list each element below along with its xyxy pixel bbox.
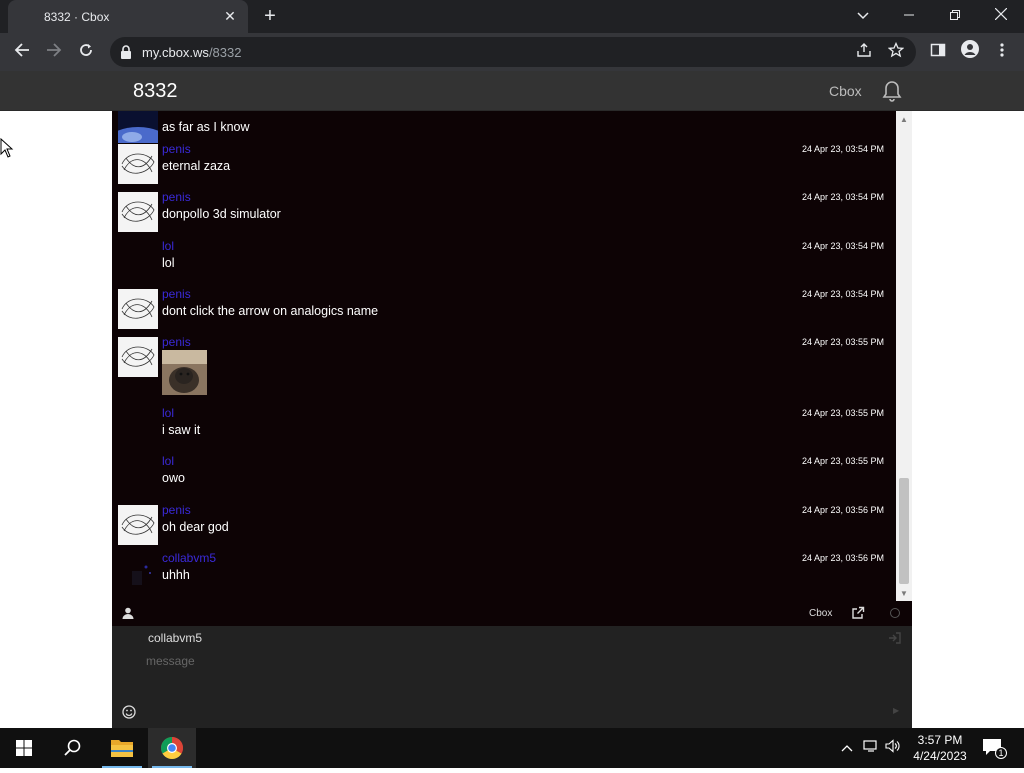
- message-timestamp: 24 Apr 23, 03:54 PM: [801, 144, 884, 154]
- profile-avatar-icon[interactable]: [958, 40, 982, 64]
- username-link[interactable]: lol: [162, 406, 174, 420]
- lock-icon[interactable]: [120, 45, 132, 59]
- browser-tabstrip: 8332 · Cbox ✕ +: [0, 0, 1024, 33]
- page-content: 8332 Cbox as far as I know penis eternal: [0, 71, 1024, 728]
- message-text: uhhh: [162, 568, 190, 582]
- url-text: my.cbox.ws/8332: [142, 45, 242, 60]
- message-list: as far as I know penis eternal zaza 24 A…: [112, 111, 896, 601]
- avatar[interactable]: [118, 144, 158, 184]
- username-link[interactable]: penis: [162, 190, 191, 204]
- avatar[interactable]: [118, 337, 158, 377]
- clock-date: 4/24/2023: [913, 749, 967, 763]
- new-tab-button[interactable]: +: [258, 5, 282, 29]
- browser-tab[interactable]: 8332 · Cbox ✕: [8, 0, 248, 33]
- username-link[interactable]: penis: [162, 142, 191, 156]
- scrollbar-thumb[interactable]: [899, 478, 909, 584]
- browser-toolbar: my.cbox.ws/8332: [0, 33, 1024, 71]
- user-icon[interactable]: [122, 607, 134, 619]
- avatar[interactable]: [118, 289, 158, 329]
- bookmark-star-icon[interactable]: [886, 41, 906, 62]
- message-text: donpollo 3d simulator: [162, 207, 281, 221]
- username-link[interactable]: penis: [162, 503, 191, 517]
- message-timestamp: 24 Apr 23, 03:54 PM: [801, 289, 884, 299]
- show-hidden-icons-chevron-icon[interactable]: [838, 739, 856, 757]
- windows-taskbar: 3:57 PM 4/24/2023 1: [0, 728, 1024, 768]
- username-link[interactable]: penis: [162, 287, 191, 301]
- network-icon[interactable]: [862, 739, 880, 757]
- connection-status-icon: [890, 608, 900, 618]
- notification-count-badge: 1: [995, 747, 1007, 759]
- chat-box: as far as I know penis eternal zaza 24 A…: [112, 111, 912, 728]
- reload-icon[interactable]: [74, 40, 98, 64]
- restore-button[interactable]: [932, 0, 978, 30]
- message-scrollbar[interactable]: ▲ ▼: [896, 111, 912, 601]
- message-timestamp: 24 Apr 23, 03:54 PM: [801, 241, 884, 251]
- page-title: 8332: [133, 80, 178, 102]
- message-text: dont click the arrow on analogics name: [162, 304, 379, 318]
- tab-close-icon[interactable]: ✕: [220, 6, 240, 26]
- message-timestamp: 24 Apr 23, 03:56 PM: [801, 553, 884, 563]
- message-timestamp: 24 Apr 23, 03:56 PM: [801, 505, 884, 515]
- file-explorer-icon[interactable]: [98, 728, 146, 768]
- scroll-up-arrow-icon[interactable]: ▲: [896, 113, 912, 127]
- nickname-label[interactable]: collabvm5: [148, 631, 202, 645]
- message-text: oh dear god: [162, 520, 229, 534]
- action-center-icon[interactable]: 1: [982, 738, 1007, 759]
- minimize-button[interactable]: [886, 0, 932, 30]
- message-text: as far as I know: [162, 120, 250, 134]
- tab-search-chevron-icon[interactable]: [840, 0, 886, 30]
- avatar[interactable]: [118, 505, 158, 545]
- username-link[interactable]: lol: [162, 239, 174, 253]
- sign-in-icon[interactable]: [888, 631, 902, 645]
- side-panel-icon[interactable]: [926, 40, 950, 64]
- avatar[interactable]: [118, 111, 158, 143]
- cbox-footer-link[interactable]: Cbox: [809, 608, 832, 619]
- username-link[interactable]: penis: [162, 335, 191, 349]
- message-text: lol: [162, 256, 175, 270]
- message-timestamp: 24 Apr 23, 03:55 PM: [801, 337, 884, 347]
- message-text: i saw it: [162, 423, 201, 437]
- scroll-down-arrow-icon[interactable]: ▼: [896, 587, 912, 601]
- taskbar-clock[interactable]: 3:57 PM 4/24/2023: [908, 732, 972, 764]
- emoji-icon[interactable]: [122, 705, 136, 719]
- send-arrow-icon[interactable]: ▶: [893, 705, 903, 717]
- message-text: owo: [162, 471, 185, 485]
- search-icon[interactable]: [48, 728, 96, 768]
- clock-time: 3:57 PM: [917, 733, 963, 747]
- back-arrow-icon[interactable]: [10, 40, 34, 64]
- bell-icon[interactable]: [880, 79, 904, 103]
- message-timestamp: 24 Apr 23, 03:54 PM: [801, 192, 884, 202]
- username-link[interactable]: lol: [162, 454, 174, 468]
- more-menu-icon[interactable]: [990, 40, 1014, 64]
- cbox-brand-link[interactable]: Cbox: [829, 83, 862, 99]
- forward-arrow-icon[interactable]: [42, 40, 66, 64]
- username-link[interactable]: collabvm5: [162, 551, 216, 565]
- share-icon[interactable]: [854, 42, 874, 62]
- avatar[interactable]: [118, 192, 158, 232]
- avatar[interactable]: [118, 553, 158, 593]
- cbox-header: 8332 Cbox: [0, 71, 1024, 111]
- message-input[interactable]: [146, 651, 846, 671]
- message-text: eternal zaza: [162, 159, 231, 173]
- message-image[interactable]: [162, 350, 207, 395]
- tab-title: 8332 · Cbox: [44, 10, 110, 24]
- mouse-pointer-icon: [0, 138, 14, 158]
- windows-start-icon[interactable]: [0, 728, 48, 768]
- address-bar[interactable]: my.cbox.ws/8332: [110, 37, 916, 67]
- close-window-button[interactable]: [978, 0, 1024, 30]
- volume-icon[interactable]: [884, 739, 902, 757]
- chrome-taskbar-icon[interactable]: [148, 728, 196, 768]
- message-timestamp: 24 Apr 23, 03:55 PM: [801, 408, 884, 418]
- chat-status-bar: Cbox: [112, 601, 912, 626]
- external-link-icon[interactable]: [851, 606, 865, 620]
- message-timestamp: 24 Apr 23, 03:55 PM: [801, 456, 884, 466]
- compose-area: collabvm5 ▶: [112, 626, 912, 728]
